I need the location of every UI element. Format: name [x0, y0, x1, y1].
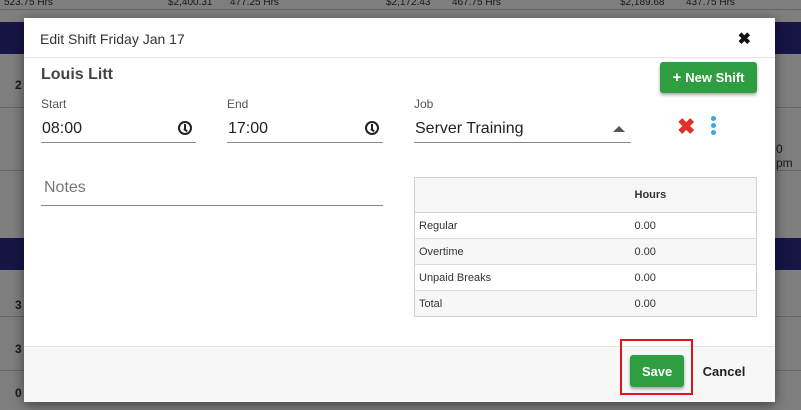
edit-shift-modal: Edit Shift Friday Jan 17 ✖ Louis Litt + … — [24, 18, 775, 402]
row-value: 0.00 — [634, 238, 757, 265]
job-select[interactable]: Server Training — [414, 115, 631, 143]
notes-placeholder: Notes — [44, 179, 86, 196]
hours-table: Hours Regular 0.00 Overtime 0.00 Unpaid … — [414, 177, 757, 317]
notes-field[interactable]: Notes — [41, 176, 383, 206]
modal-title: Edit Shift Friday Jan 17 — [40, 31, 185, 47]
table-header-cell — [414, 177, 635, 213]
table-header-row: Hours — [414, 177, 757, 213]
dot — [711, 116, 716, 121]
new-shift-button[interactable]: + New Shift — [660, 62, 757, 93]
dot — [711, 123, 716, 128]
job-value: Server Training — [415, 119, 524, 137]
caret-up-icon — [613, 126, 625, 132]
end-time-input[interactable]: 17:00 — [227, 115, 383, 143]
modal-header: Edit Shift Friday Jan 17 ✖ — [24, 18, 775, 58]
plus-icon: + — [672, 69, 682, 86]
end-label: End — [227, 97, 249, 111]
end-time-value: 17:00 — [228, 119, 269, 137]
clock-icon[interactable] — [365, 121, 379, 135]
dot — [711, 130, 716, 135]
delete-shift-icon[interactable]: ✖ — [677, 116, 695, 138]
job-label: Job — [414, 97, 434, 111]
more-options-icon[interactable] — [711, 116, 717, 136]
row-label: Total — [414, 290, 635, 317]
new-shift-label: New Shift — [685, 70, 745, 85]
start-label: Start — [41, 97, 67, 111]
row-value: 0.00 — [634, 264, 757, 291]
table-row: Overtime 0.00 — [414, 238, 757, 265]
table-row: Unpaid Breaks 0.00 — [414, 264, 757, 291]
cancel-button[interactable]: Cancel — [694, 355, 754, 387]
table-row: Total 0.00 — [414, 290, 757, 317]
row-label: Overtime — [414, 238, 635, 265]
row-label: Regular — [414, 212, 635, 239]
employee-name: Louis Litt — [41, 66, 113, 83]
close-icon[interactable]: ✖ — [738, 29, 751, 49]
save-button[interactable]: Save — [630, 355, 684, 387]
row-value: 0.00 — [634, 290, 757, 317]
table-header-hours: Hours — [634, 177, 757, 213]
row-label: Unpaid Breaks — [414, 264, 635, 291]
table-row: Regular 0.00 — [414, 212, 757, 239]
clock-icon[interactable] — [178, 121, 192, 135]
row-value: 0.00 — [634, 212, 757, 239]
start-time-input[interactable]: 08:00 — [41, 115, 196, 143]
start-time-value: 08:00 — [42, 119, 83, 137]
